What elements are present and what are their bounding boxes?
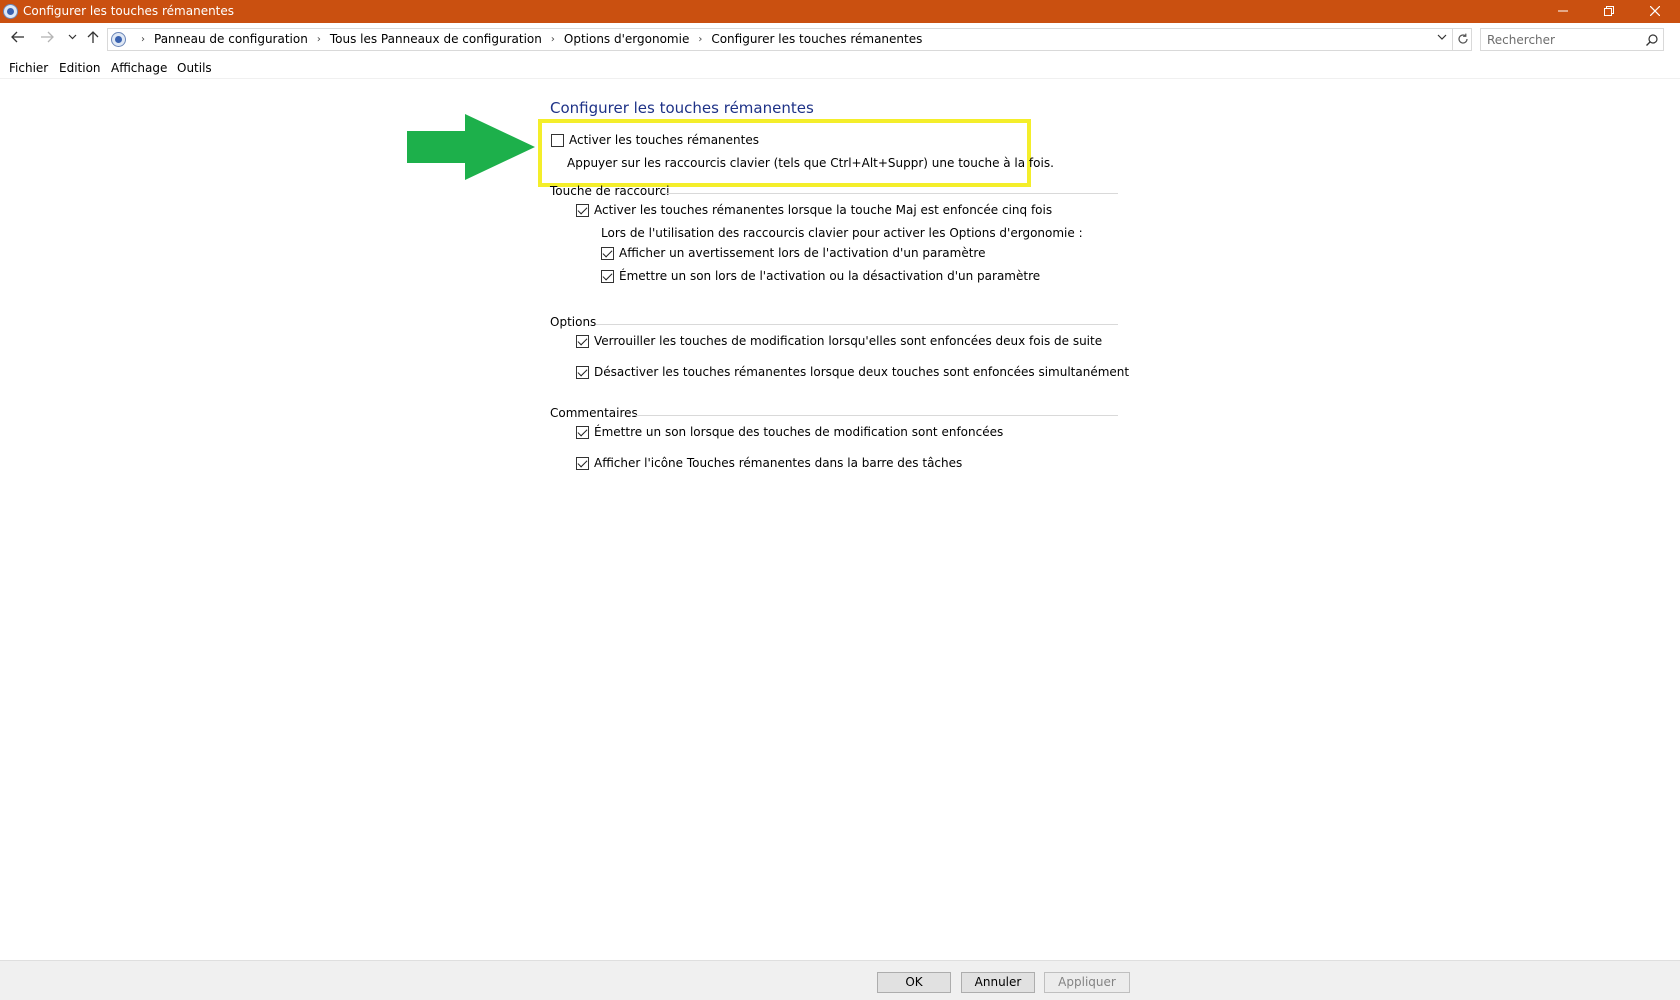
taskbar-icon-checkbox[interactable]: Afficher l'icône Touches rémanentes dans… xyxy=(576,456,962,470)
modifier-sound-label: Émettre un son lorsque des touches de mo… xyxy=(594,425,1004,439)
search-box xyxy=(1480,28,1664,51)
breadcrumb-all-control-panels[interactable]: Tous les Panneaux de configuration xyxy=(330,32,542,46)
group-divider xyxy=(663,193,1118,194)
menu-affichage[interactable]: Affichage xyxy=(111,61,167,75)
recent-locations-button[interactable] xyxy=(62,30,82,50)
checkbox-unchecked-icon xyxy=(551,133,564,147)
feedback-group-heading: Commentaires xyxy=(550,406,638,420)
lock-modifier-keys-checkbox[interactable]: Verrouiller les touches de modification … xyxy=(576,334,1102,348)
forward-button[interactable] xyxy=(37,30,57,50)
navigation-bar: › Panneau de configuration › Tous les Pa… xyxy=(0,23,1680,56)
chevron-down-icon xyxy=(1437,34,1447,40)
cancel-button[interactable]: Annuler xyxy=(961,972,1035,993)
chevron-right-icon: › xyxy=(550,33,555,45)
breadcrumb: › Panneau de configuration › Tous les Pa… xyxy=(132,32,922,46)
chevron-right-icon: › xyxy=(316,33,321,45)
refresh-icon xyxy=(1457,33,1468,44)
show-warning-checkbox[interactable]: Afficher un avertissement lors de l'acti… xyxy=(601,246,985,260)
breadcrumb-sticky-keys[interactable]: Configurer les touches rémanentes xyxy=(711,32,922,46)
close-icon xyxy=(1649,5,1661,17)
checkbox-checked-icon xyxy=(601,269,614,283)
address-dropdown-button[interactable] xyxy=(1437,32,1447,45)
menu-edition[interactable]: Edition xyxy=(59,61,101,75)
ok-button[interactable]: OK xyxy=(877,972,951,993)
toggle-sound-checkbox[interactable]: Émettre un son lors de l'activation ou l… xyxy=(601,269,1040,283)
taskbar-icon-label: Afficher l'icône Touches rémanentes dans… xyxy=(594,456,963,470)
checkbox-checked-icon xyxy=(601,246,614,260)
highlight-box xyxy=(538,119,1031,187)
arrow-right-icon xyxy=(407,114,535,180)
apply-button[interactable]: Appliquer xyxy=(1044,972,1130,993)
shortcut-group-heading: Touche de raccourci xyxy=(550,184,670,198)
back-button[interactable] xyxy=(8,30,28,50)
shortcut-intro-text: Lors de l'utilisation des raccourcis cla… xyxy=(601,226,1083,240)
enable-sticky-keys-description: Appuyer sur les raccourcis clavier (tels… xyxy=(567,156,1054,170)
checkbox-checked-icon xyxy=(576,334,589,348)
checkbox-checked-icon xyxy=(576,425,589,439)
page-title: Configurer les touches rémanentes xyxy=(550,99,814,117)
window-title: Configurer les touches rémanentes xyxy=(23,4,235,18)
address-bar[interactable]: › Panneau de configuration › Tous les Pa… xyxy=(107,28,1472,51)
minimize-button[interactable] xyxy=(1540,0,1586,23)
shift-five-times-checkbox[interactable]: Activer les touches rémanentes lorsque l… xyxy=(576,203,1052,217)
chevron-right-icon: › xyxy=(141,33,145,45)
menu-fichier[interactable]: Fichier xyxy=(9,61,48,75)
main-content: Configurer les touches rémanentes Active… xyxy=(0,80,1680,960)
arrow-right-icon xyxy=(41,31,54,43)
menu-bar: Fichier Edition Affichage Outils xyxy=(0,57,1680,79)
show-warning-label: Afficher un avertissement lors de l'acti… xyxy=(619,246,986,260)
search-input[interactable] xyxy=(1487,31,1637,48)
enable-sticky-keys-checkbox[interactable]: Activer les touches rémanentes xyxy=(551,133,759,147)
checkbox-checked-icon xyxy=(576,365,589,379)
chevron-right-icon: › xyxy=(698,33,703,45)
disable-two-keys-checkbox[interactable]: Désactiver les touches rémanentes lorsqu… xyxy=(576,365,1129,379)
checkbox-checked-icon xyxy=(576,456,589,470)
refresh-button[interactable] xyxy=(1452,29,1472,50)
arrow-up-icon xyxy=(87,31,99,43)
arrow-left-icon xyxy=(11,31,24,43)
lock-modifier-keys-label: Verrouiller les touches de modification … xyxy=(594,334,1103,348)
group-divider xyxy=(596,324,1118,325)
minimize-icon xyxy=(1558,10,1568,12)
up-button[interactable] xyxy=(83,30,103,50)
options-group-heading: Options xyxy=(550,315,597,329)
enable-sticky-keys-label: Activer les touches rémanentes xyxy=(569,133,759,147)
control-panel-icon xyxy=(3,4,18,19)
modifier-sound-checkbox[interactable]: Émettre un son lorsque des touches de mo… xyxy=(576,425,1003,439)
close-button[interactable] xyxy=(1632,0,1678,23)
dialog-footer: OK Annuler Appliquer xyxy=(0,960,1680,1000)
checkbox-checked-icon xyxy=(576,203,589,217)
restore-icon xyxy=(1604,6,1614,16)
breadcrumb-ease-of-access[interactable]: Options d'ergonomie xyxy=(564,32,689,46)
shift-five-times-label: Activer les touches rémanentes lorsque l… xyxy=(594,203,1053,217)
restore-button[interactable] xyxy=(1586,0,1632,23)
breadcrumb-control-panel[interactable]: Panneau de configuration xyxy=(154,32,308,46)
group-divider xyxy=(632,415,1118,416)
menu-outils[interactable]: Outils xyxy=(177,61,212,75)
chevron-down-icon xyxy=(68,34,76,40)
title-bar: Configurer les touches rémanentes xyxy=(0,0,1680,23)
search-icon[interactable] xyxy=(1645,33,1659,47)
toggle-sound-label: Émettre un son lors de l'activation ou l… xyxy=(619,269,1041,283)
control-panel-icon xyxy=(111,32,126,47)
disable-two-keys-label: Désactiver les touches rémanentes lorsqu… xyxy=(594,365,1130,379)
